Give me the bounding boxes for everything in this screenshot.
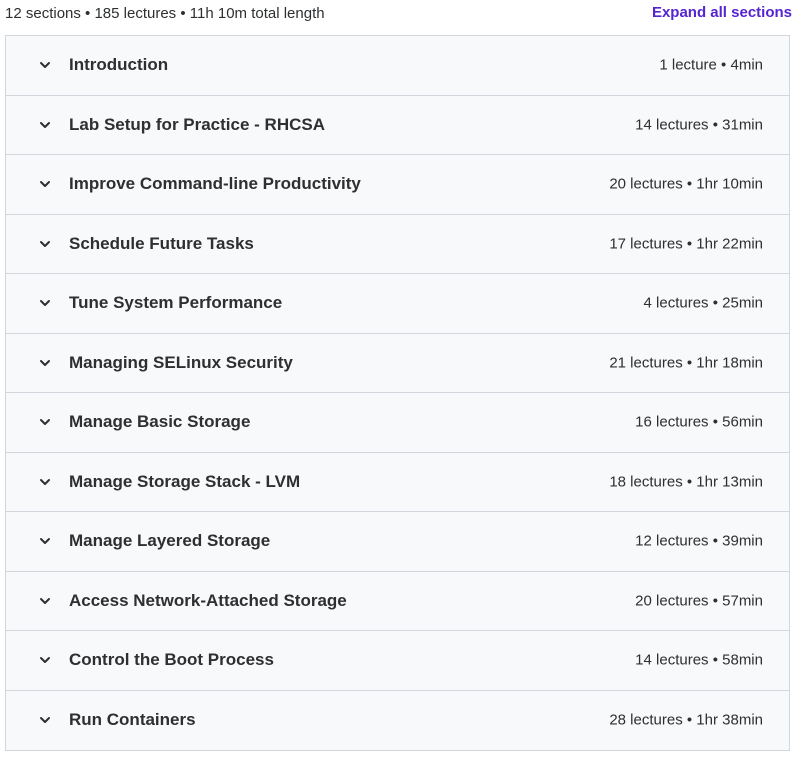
section-meta: 12 lectures • 39min [635, 532, 763, 550]
chevron-down-icon[interactable] [38, 534, 52, 548]
chevron-down-icon[interactable] [38, 237, 52, 251]
section-title: Schedule Future Tasks [69, 233, 254, 253]
section-row[interactable]: Improve Command-line Productivity 20 lect… [6, 155, 789, 215]
section-title: Access Network-Attached Storage [69, 590, 347, 610]
section-meta: 4 lectures • 25min [643, 294, 763, 312]
chevron-down-icon[interactable] [38, 177, 52, 191]
expand-all-sections-button[interactable]: Expand all sections [652, 4, 792, 22]
curriculum-header: 12 sections • 185 lectures • 11h 10m tot… [0, 0, 796, 36]
section-row[interactable]: Access Network-Attached Storage 20 lectur… [6, 572, 789, 631]
chevron-down-icon[interactable] [38, 118, 52, 132]
section-meta: 16 lectures • 56min [635, 413, 763, 431]
section-title: Improve Command-line Productivity [69, 174, 361, 194]
section-title: Manage Storage Stack - LVM [69, 471, 301, 491]
section-row[interactable]: Manage Storage Stack - LVM 18 lectures • … [6, 453, 789, 512]
section-title: Manage Layered Storage [69, 531, 271, 551]
section-meta: 14 lectures • 31min [635, 116, 763, 134]
section-title: Control the Boot Process [69, 650, 274, 670]
section-row[interactable]: Manage Layered Storage 12 lectures • 39mi… [6, 512, 789, 572]
section-meta: 18 lectures • 1hr 13min [609, 473, 763, 491]
chevron-down-icon[interactable] [38, 475, 52, 489]
section-row[interactable]: Control the Boot Process 14 lectures • 58… [6, 631, 789, 691]
section-title: Manage Basic Storage [69, 412, 251, 432]
chevron-down-icon[interactable] [38, 296, 52, 310]
section-meta: 1 lecture • 4min [659, 56, 763, 74]
chevron-down-icon[interactable] [38, 58, 52, 72]
section-title: Tune System Performance [69, 293, 283, 313]
chevron-down-icon[interactable] [38, 415, 52, 429]
section-row[interactable]: Run Containers 28 lectures • 1hr 38min [6, 691, 789, 751]
chevron-down-icon[interactable] [38, 713, 52, 727]
section-row[interactable]: Tune System Performance 4 lectures • 25mi… [6, 274, 789, 334]
section-meta: 14 lectures • 58min [635, 651, 763, 669]
course-summary: 12 sections • 185 lectures • 11h 10m tot… [5, 5, 325, 22]
section-row[interactable]: Lab Setup for Practice - RHCSA 14 lecture… [6, 96, 789, 155]
section-meta: 20 lectures • 1hr 10min [609, 175, 763, 193]
section-row[interactable]: Schedule Future Tasks 17 lectures • 1hr 2… [6, 215, 789, 274]
section-list: Introduction 1 lecture • 4min Lab Setup fo… [5, 35, 790, 751]
chevron-down-icon[interactable] [38, 356, 52, 370]
section-row[interactable]: Introduction 1 lecture • 4min [6, 36, 789, 96]
section-title: Managing SELinux Security [69, 352, 293, 372]
section-row[interactable]: Managing SELinux Security 21 lectures • 1… [6, 334, 789, 393]
section-row[interactable]: Manage Basic Storage 16 lectures • 56min [6, 393, 789, 453]
section-meta: 21 lectures • 1hr 18min [609, 354, 763, 372]
section-meta: 17 lectures • 1hr 22min [609, 235, 763, 253]
section-title: Introduction [69, 55, 169, 75]
section-title: Run Containers [69, 710, 196, 730]
section-meta: 28 lectures • 1hr 38min [609, 711, 763, 729]
section-title: Lab Setup for Practice - RHCSA [69, 114, 325, 134]
chevron-down-icon[interactable] [38, 594, 52, 608]
chevron-down-icon[interactable] [38, 653, 52, 667]
section-meta: 20 lectures • 57min [635, 592, 763, 610]
